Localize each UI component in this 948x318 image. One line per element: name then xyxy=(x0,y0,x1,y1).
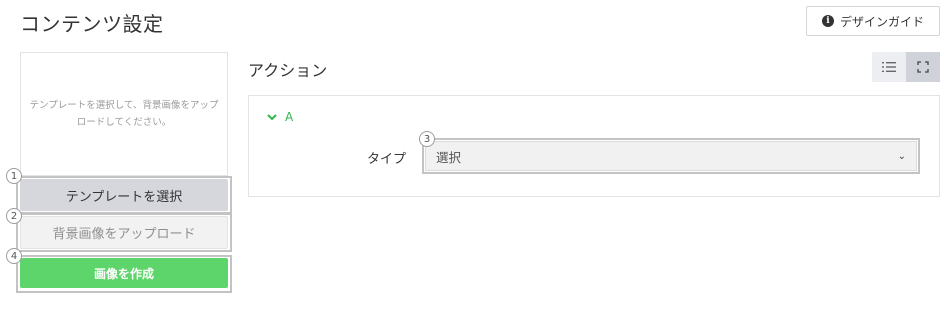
design-guide-label: デザインガイド xyxy=(839,14,924,29)
step-badge-3: 3 xyxy=(419,131,435,147)
section-title-action: アクション xyxy=(248,61,328,80)
type-select-value: 選択 xyxy=(436,149,462,165)
create-image-button[interactable]: 画像を作成 xyxy=(20,258,228,288)
preview-placeholder-text: テンプレートを選択して、背景画像をアップロードしてください。 xyxy=(29,100,219,128)
select-template-button[interactable]: テンプレートを選択 xyxy=(20,179,228,211)
type-label: タイプ xyxy=(367,152,407,167)
upload-background-button[interactable]: 背景画像をアップロード xyxy=(20,216,228,249)
step-badge-1: 1 xyxy=(6,168,22,184)
page-title: コンテンツ設定 xyxy=(20,12,164,36)
chevron-down-icon: ⌄ xyxy=(897,150,906,162)
action-panel: A タイプ 選択 ⌄ 3 xyxy=(248,95,940,197)
image-preview: テンプレートを選択して、背景画像をアップロードしてください。 xyxy=(20,52,228,176)
fullscreen-icon[interactable] xyxy=(906,52,940,82)
view-toggle xyxy=(872,52,940,82)
chevron-down-icon xyxy=(267,113,277,120)
info-icon: i xyxy=(821,15,834,27)
step-badge-4: 4 xyxy=(6,248,22,264)
list-icon[interactable] xyxy=(872,52,906,82)
step-badge-2: 2 xyxy=(6,208,22,224)
design-guide-button[interactable]: i デザインガイド xyxy=(806,6,940,36)
action-header[interactable]: A xyxy=(267,110,293,124)
action-label: A xyxy=(285,110,294,124)
type-select[interactable]: 選択 ⌄ xyxy=(425,141,917,171)
